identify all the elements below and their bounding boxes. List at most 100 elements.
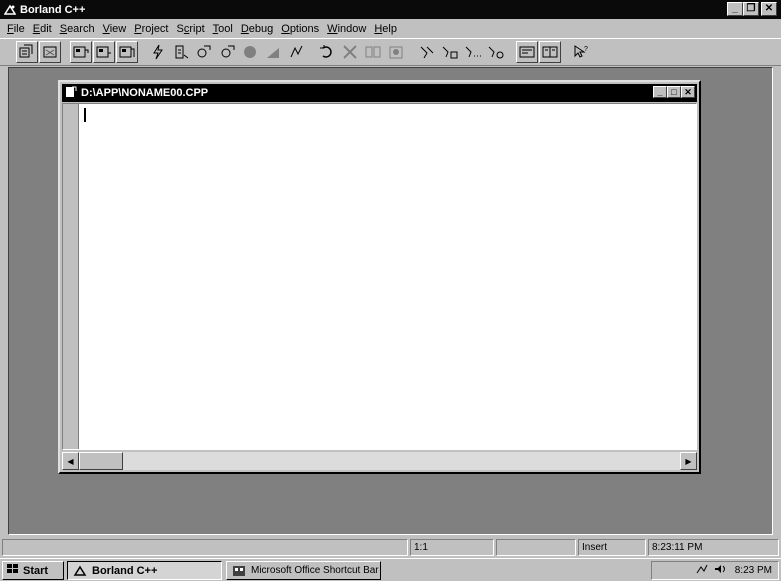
status-position: 1:1 (410, 539, 494, 556)
copy-icon (365, 46, 381, 58)
main-title-bar[interactable]: Borland C++ _ ❐ ✕ (0, 0, 781, 19)
menu-view[interactable]: View (99, 23, 131, 35)
tray-clock[interactable]: 8:23 PM (735, 565, 772, 576)
context-help-button[interactable]: ? (570, 41, 592, 63)
save-file-button[interactable] (93, 41, 115, 63)
editor-window[interactable]: D:\APP\NONAME00.CPP _ □ ✕ ◀ ▶ (58, 80, 701, 474)
system-tray: 8:23 PM (651, 561, 779, 580)
start-button[interactable]: Start (2, 561, 64, 580)
close-project-icon (43, 46, 57, 58)
taskbar-item-label: Microsoft Office Shortcut Bar (251, 565, 379, 576)
status-mode: Insert (578, 539, 646, 556)
search-button[interactable] (416, 41, 438, 63)
open-file-button[interactable] (70, 41, 92, 63)
taskbar-item-borland[interactable]: Borland C++ (67, 561, 222, 580)
status-clock: 8:23:11 PM (648, 539, 779, 556)
arrow-right-icon: ▶ (685, 456, 692, 466)
minimize-icon: _ (732, 3, 738, 14)
editor-minimize-button[interactable]: _ (653, 86, 667, 98)
search-again-button[interactable] (462, 41, 484, 63)
step-icon (267, 48, 279, 58)
minimize-icon: _ (657, 86, 663, 97)
search-again-icon (465, 46, 481, 58)
open-project-icon (19, 44, 33, 58)
minimize-button[interactable]: _ (727, 2, 743, 16)
search-icon (420, 46, 434, 59)
speedbar: ? (0, 38, 781, 66)
menu-search[interactable]: Search (56, 23, 99, 35)
project-window-button[interactable] (539, 41, 561, 63)
restore-button[interactable]: ❐ (743, 2, 759, 16)
borland-app-icon[interactable] (3, 3, 17, 17)
editor-title-bar[interactable]: D:\APP\NONAME00.CPP _ □ ✕ (62, 84, 697, 102)
paste-button[interactable] (385, 41, 407, 63)
open-project-button[interactable] (16, 41, 38, 63)
borland-app-icon (72, 564, 88, 578)
cut-button[interactable] (339, 41, 361, 63)
menu-options[interactable]: Options (277, 23, 323, 35)
menu-help[interactable]: Help (370, 23, 401, 35)
scroll-thumb[interactable] (79, 452, 123, 470)
trace-icon (290, 45, 303, 58)
lightning-icon (153, 44, 163, 60)
editor-title: D:\APP\NONAME00.CPP (81, 87, 209, 99)
run-button[interactable] (216, 41, 238, 63)
svg-text:?: ? (584, 46, 588, 53)
build-button[interactable] (193, 41, 215, 63)
horizontal-scrollbar[interactable]: ◀ ▶ (62, 452, 697, 470)
editor-window-controls: _ □ ✕ (653, 86, 695, 98)
document-icon[interactable] (65, 86, 77, 101)
status-message-pane (2, 539, 408, 556)
trace-button[interactable] (285, 41, 307, 63)
menu-tool[interactable]: Tool (209, 23, 237, 35)
stop-button[interactable] (239, 41, 261, 63)
save-all-icon (119, 46, 135, 58)
copy-button[interactable] (362, 41, 384, 63)
make-button[interactable] (170, 41, 192, 63)
code-editor[interactable] (62, 103, 697, 450)
build-icon (197, 45, 211, 58)
editor-maximize-button[interactable]: □ (667, 86, 681, 98)
editor-close-button[interactable]: ✕ (681, 86, 695, 98)
scroll-track[interactable] (123, 452, 680, 470)
message-window-icon (519, 46, 535, 58)
help-pointer-icon: ? (574, 45, 588, 58)
message-window-button[interactable] (516, 41, 538, 63)
close-icon: ✕ (764, 3, 774, 14)
save-file-icon (96, 46, 111, 58)
close-project-button[interactable] (39, 41, 61, 63)
menu-window[interactable]: Window (323, 23, 370, 35)
editor-gutter[interactable] (63, 104, 79, 449)
undo-icon (320, 45, 332, 58)
stop-icon (244, 46, 256, 58)
compile-button[interactable] (147, 41, 169, 63)
save-all-button[interactable] (116, 41, 138, 63)
menu-debug[interactable]: Debug (237, 23, 277, 35)
app-title: Borland C++ (20, 3, 86, 16)
main-window-controls: _ ❐ ✕ (727, 2, 777, 16)
paste-icon (389, 46, 403, 59)
replace-button[interactable] (439, 41, 461, 63)
tray-icon-network[interactable] (695, 563, 709, 578)
scroll-left-button[interactable]: ◀ (62, 452, 79, 470)
browse-symbol-button[interactable] (485, 41, 507, 63)
project-window-icon (542, 46, 558, 58)
make-icon (175, 45, 189, 59)
open-file-icon (73, 46, 89, 58)
office-icon (231, 564, 247, 578)
menu-project[interactable]: Project (130, 23, 172, 35)
menu-script[interactable]: Script (173, 23, 209, 35)
menu-edit[interactable]: Edit (29, 23, 56, 35)
start-label: Start (23, 564, 49, 577)
scroll-right-button[interactable]: ▶ (680, 452, 697, 470)
step-button[interactable] (262, 41, 284, 63)
close-button[interactable]: ✕ (761, 2, 777, 16)
undo-button[interactable] (316, 41, 338, 63)
text-caret (84, 108, 86, 122)
status-modified-pane (496, 539, 576, 556)
menu-file[interactable]: File (3, 23, 29, 35)
tray-icon-volume[interactable] (713, 563, 727, 578)
taskbar-item-office-shortcut-bar[interactable]: Microsoft Office Shortcut Bar (226, 561, 381, 580)
cut-icon (343, 45, 357, 59)
maximize-icon: □ (671, 86, 677, 97)
